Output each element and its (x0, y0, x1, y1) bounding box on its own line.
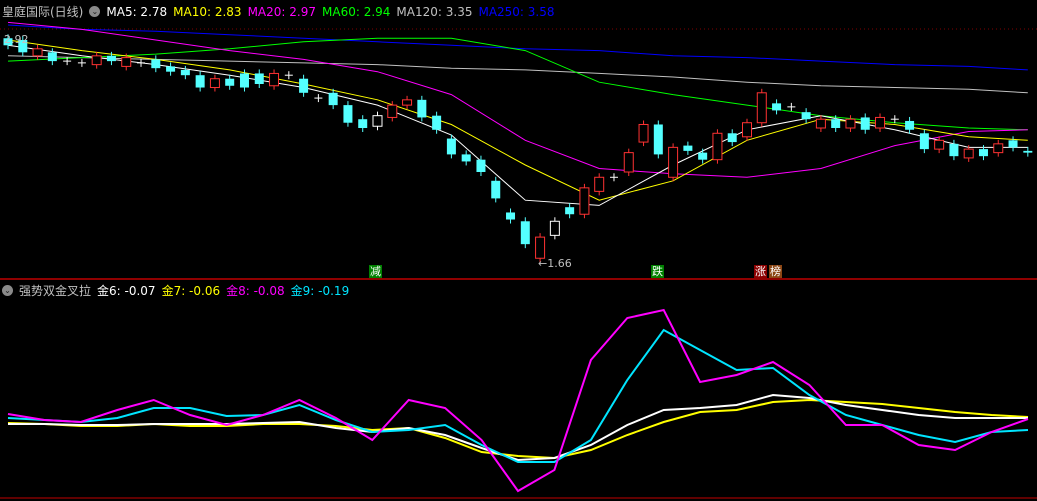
candle-down (225, 78, 235, 86)
candle-down (166, 66, 176, 72)
candle-up (623, 152, 634, 173)
candle-down (239, 73, 249, 88)
kline-chart[interactable] (0, 0, 1037, 501)
candle-down (343, 105, 353, 123)
candle-up (209, 78, 220, 89)
candle-up (535, 236, 546, 259)
ma-lines (7, 21, 1028, 206)
candle-up (121, 57, 132, 67)
main-header: 皇庭国际(日线) ⌄ MA5: 2.78 MA10: 2.83 MA20: 2.… (2, 3, 561, 20)
candle-down (506, 212, 516, 220)
indicator-金8-line (7, 308, 1029, 493)
candle-up (742, 122, 752, 138)
ma60-value: MA60: 2.94 (322, 4, 391, 19)
marker-reduce: 减 (369, 265, 382, 278)
indicator-value-8: 金8: -0.08 (226, 284, 285, 298)
candle-down (905, 120, 915, 130)
candle-hollow (372, 115, 383, 127)
low-price-label: ←1.66 (538, 257, 572, 270)
ma10-value: MA10: 2.83 (173, 4, 242, 19)
ma20-line (7, 21, 1028, 178)
candle-down (446, 138, 456, 155)
candle-up (875, 116, 886, 129)
marker-list: 榜 (769, 265, 782, 278)
candle-down (831, 119, 841, 128)
candle-down (476, 159, 486, 172)
indicator-value-9: 金9: -0.19 (290, 284, 350, 298)
candle-down (653, 124, 663, 155)
candle-up (712, 132, 723, 161)
indicator-value-7: 金7: -0.06 (161, 284, 221, 298)
candle-down (461, 154, 471, 162)
candle-up (934, 139, 945, 150)
candle-up (579, 187, 590, 215)
indicator-金6-line (8, 393, 1028, 462)
ma250-value: MA250: 3.58 (478, 4, 555, 19)
candle-up (387, 104, 398, 118)
candle-down (299, 78, 309, 93)
candle-up (845, 118, 856, 129)
candle-down (801, 112, 811, 120)
ma60-line (7, 37, 1028, 131)
ma120-line (7, 55, 1028, 94)
candle-down (1008, 140, 1018, 148)
indicator-title: 强势双金叉拉 (19, 284, 92, 298)
candle-up (756, 92, 767, 124)
candle-up (668, 146, 679, 178)
candle-down (491, 180, 501, 199)
candles (3, 34, 1033, 263)
ma20-value: MA20: 2.97 (247, 4, 316, 19)
stock-title: 皇庭国际(日线) (2, 5, 84, 19)
indicator-header: ⌄ 强势双金叉拉 金6: -0.07 金7: -0.06 金8: -0.08 金… (2, 282, 355, 299)
candle-up (815, 118, 826, 129)
candle-down (432, 115, 442, 130)
candle-down (106, 55, 116, 62)
candle-up (963, 148, 974, 159)
indicator-lines (7, 308, 1029, 493)
ma5-value: MA5: 2.78 (106, 4, 168, 19)
ma120-value: MA120: 3.35 (396, 4, 473, 19)
candle-up (594, 176, 605, 192)
candle-up (91, 55, 102, 66)
candle-down (949, 143, 959, 157)
marker-fall: 跌 (651, 265, 664, 278)
candle-down (919, 133, 929, 150)
candle-down (358, 119, 368, 128)
indicator-金9-line (7, 328, 1029, 463)
chevron-down-icon[interactable]: ⌄ (2, 285, 13, 296)
candle-down (47, 52, 57, 62)
candle-up (402, 99, 413, 106)
candle-up (32, 48, 43, 57)
candle-down (520, 221, 530, 245)
candle-down (727, 133, 737, 143)
candle-down (151, 59, 161, 69)
candle-down (328, 92, 338, 106)
marker-rise: 涨 (754, 265, 767, 278)
candle-down (860, 117, 870, 130)
candle-down (195, 75, 205, 88)
chevron-down-icon[interactable]: ⌄ (89, 6, 101, 17)
candle-up (638, 123, 649, 143)
candle-down (978, 149, 988, 157)
candle-down (180, 69, 190, 76)
candle-up (993, 143, 1004, 154)
candle-up (269, 72, 280, 87)
candle-down (565, 207, 575, 215)
candle-down (683, 145, 693, 151)
high-price-label: 2.92 (4, 33, 29, 46)
indicator-value-6: 金6: -0.07 (97, 284, 156, 298)
candle-down (1023, 150, 1033, 153)
candle-down (254, 73, 264, 84)
candle-hollow (549, 220, 560, 236)
candle-down (417, 99, 427, 118)
ma250-line (7, 24, 1028, 71)
candle-down (698, 152, 708, 160)
candle-down (772, 103, 782, 111)
